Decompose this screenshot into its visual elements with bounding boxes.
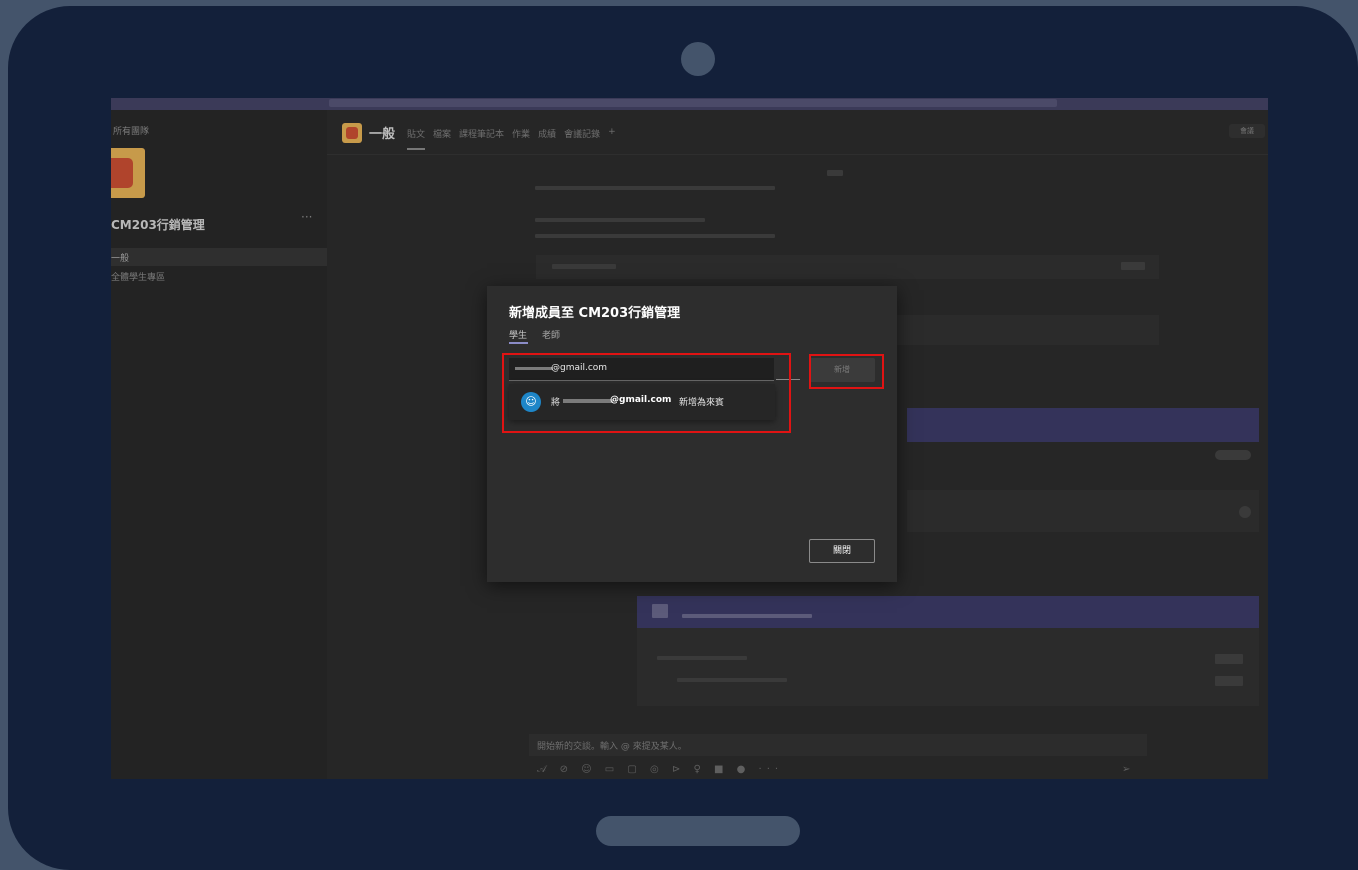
channel-item-general[interactable]: 一般	[111, 248, 327, 266]
blurred-text	[535, 234, 775, 238]
active-tab-underline	[509, 342, 528, 344]
reaction-icons	[1215, 450, 1251, 460]
tab-meeting-notes[interactable]: 會議記錄	[564, 127, 600, 140]
blurred-text	[552, 264, 616, 269]
blurred-text	[535, 218, 705, 222]
dialog-title: 新增成員至 CM203行銷管理	[509, 306, 681, 321]
all-teams-link[interactable]: 所有團隊	[113, 124, 149, 137]
active-tab-underline	[407, 148, 425, 150]
channel-icon	[342, 123, 362, 143]
blurred-text	[827, 170, 843, 176]
compose-box[interactable]: 開始新的交談。輸入 @ 來提及某人。	[529, 734, 1147, 756]
search-bar[interactable]	[329, 99, 1057, 107]
message-card-highlighted[interactable]	[907, 408, 1259, 442]
add-member-dialog: 新增成員至 CM203行銷管理 學生 老師 @gmail.com 新增 ☺ 將 …	[487, 286, 897, 582]
blurred-text	[657, 656, 747, 660]
add-tab-icon[interactable]: +	[608, 127, 616, 140]
camera-dot	[681, 42, 715, 76]
message-card[interactable]	[907, 490, 1259, 532]
highlight-box-add	[809, 354, 884, 389]
tab-notebook[interactable]: 課程筆記本	[459, 127, 504, 140]
tab-files[interactable]: 檔案	[433, 127, 451, 140]
compose-toolbar-icons[interactable]: 𝒜 ⊘ ☺ ▭ ▢ ◎ ⊳ ♀ ■ ● ···	[537, 764, 783, 775]
channel-label: 一般	[111, 254, 130, 264]
tab-students[interactable]: 學生	[509, 328, 527, 341]
meet-button[interactable]: 會議	[1229, 124, 1265, 138]
title-bar	[111, 98, 1268, 110]
compose-placeholder: 開始新的交談。輸入 @ 來提及某人。	[537, 742, 687, 752]
message-card[interactable]	[536, 255, 1159, 279]
blurred-text	[535, 186, 775, 190]
reaction-icons	[1121, 262, 1145, 270]
tab-posts[interactable]: 貼文	[407, 127, 425, 140]
reaction-icons	[1215, 654, 1243, 664]
avatar	[1239, 506, 1251, 518]
tab-teachers[interactable]: 老師	[542, 328, 560, 341]
tab-grades[interactable]: 成績	[538, 127, 556, 140]
channel-item-students[interactable]: 全體學生專區	[111, 270, 165, 283]
avatar	[652, 604, 668, 618]
tab-assignments[interactable]: 作業	[512, 127, 530, 140]
send-icon[interactable]: ➢	[1122, 764, 1130, 775]
highlight-box-email	[502, 353, 791, 433]
teams-sidebar: 所有團隊 CM203行銷管理 ··· 一般 全體學生專區	[111, 110, 327, 779]
header-divider	[327, 154, 1268, 155]
close-button[interactable]: 關閉	[809, 539, 875, 563]
blurred-text	[677, 678, 787, 682]
message-card-highlighted[interactable]	[637, 596, 1259, 628]
message-card[interactable]	[637, 628, 1259, 706]
channel-title: 一般	[369, 127, 396, 142]
blurred-text	[682, 614, 812, 618]
team-avatar	[111, 148, 145, 198]
team-more-icon[interactable]: ···	[301, 210, 312, 224]
channel-tabs: 貼文 檔案 課程筆記本 作業 成績 會議記錄 +	[407, 127, 616, 140]
reaction-icons	[1215, 676, 1243, 686]
home-button[interactable]	[596, 816, 800, 846]
team-name: CM203行銷管理	[111, 218, 205, 232]
